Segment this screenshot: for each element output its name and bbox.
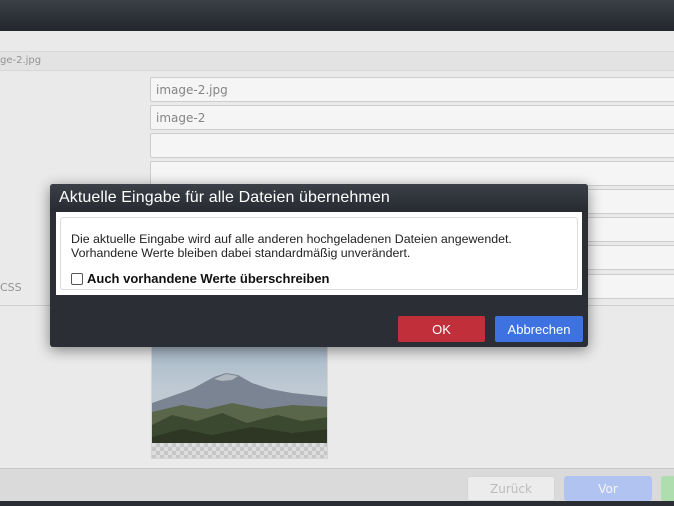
dialog-title: Aktuelle Eingabe für alle Dateien überne… [59,189,390,206]
cancel-button[interactable]: Abbrechen [495,316,583,342]
dialog-message-box: Die aktuelle Eingabe wird auf alle ander… [60,217,578,290]
ok-button[interactable]: OK [398,316,485,342]
dialog-message-line-1: Die aktuelle Eingabe wird auf alle ander… [71,232,512,246]
dialog-titlebar: Aktuelle Eingabe für alle Dateien überne… [50,184,588,212]
overwrite-checkbox[interactable] [71,272,83,285]
dialog-message: Die aktuelle Eingabe wird auf alle ander… [71,232,571,260]
overwrite-checkbox-label[interactable]: Auch vorhandene Werte überschreiben [87,271,330,286]
bottom-strip [0,501,674,506]
overwrite-option[interactable]: Auch vorhandene Werte überschreiben [71,271,330,286]
background-titlebar [0,0,674,31]
dialog-body: Die aktuelle Eingabe wird auf alle ander… [56,212,582,295]
dialog-message-line-2: Vorhandene Werte bleiben dabei standardm… [71,246,411,260]
apply-to-all-dialog: Aktuelle Eingabe für alle Dateien überne… [50,184,588,347]
